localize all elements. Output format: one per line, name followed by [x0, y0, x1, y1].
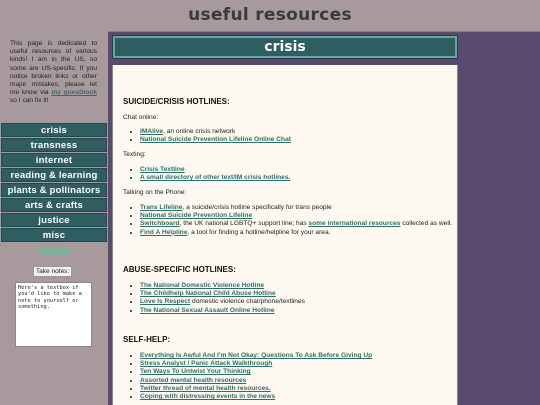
list-item: Stress Analyst / Panic Attack Walkthroug…: [140, 360, 372, 368]
list-item-text: , a suicide/crisis hotline specifically …: [182, 204, 332, 211]
texting-label: Texting:: [123, 151, 146, 158]
list-item: Coping with distressing events in the ne…: [140, 393, 372, 401]
page-title: crisis: [264, 39, 306, 55]
list-item-text: , the UK national LGBTQ+ support line; h…: [179, 220, 309, 228]
nspl-link[interactable]: National Suicide Prevention Lifeline: [140, 212, 252, 219]
chat-label: Chat online:: [123, 114, 159, 121]
selfhelp-link[interactable]: Twitter thread of mental health resource…: [140, 385, 271, 392]
nsa-hotline-link[interactable]: The National Sexual Assault Online Hotli…: [140, 307, 275, 314]
selfhelp-link[interactable]: Coping with distressing events in the ne…: [140, 393, 275, 400]
selfhelp-link[interactable]: Everything Is Awful And I'm Not Okay: Qu…: [140, 352, 372, 359]
page-title-bar: crisis: [112, 35, 458, 59]
list-item-text: domestic violence chat/phone/textlines: [190, 298, 305, 306]
list-item: Trans Lifeline, a suicide/crisis hotline…: [140, 204, 456, 212]
selfhelp-list: Everything Is Awful And I'm Not Okay: Qu…: [123, 352, 372, 401]
nav-item-crisis[interactable]: crisis: [1, 123, 107, 137]
list-item: Twitter thread of mental health resource…: [140, 385, 372, 393]
nav-item-misc[interactable]: misc: [1, 228, 107, 242]
list-item: National Suicide Prevention Lifeline Onl…: [140, 136, 291, 144]
nav-item-reading-learning[interactable]: reading & learning: [1, 168, 107, 182]
section-heading-selfhelp: SELF-HELP:: [123, 335, 171, 344]
list-item: The National Sexual Assault Online Hotli…: [140, 307, 305, 315]
list-item-text: , a tool for finding a hotline/helpline …: [187, 228, 331, 236]
notes-textarea[interactable]: Here's a textbox if you'd like to make a…: [15, 282, 92, 347]
texting-list: Crisis Textline A small directory of oth…: [123, 166, 290, 182]
section-heading-abuse: ABUSE-SPECIFIC HOTLINES:: [123, 265, 236, 274]
text-directory-link[interactable]: A small directory of other text/IM crisi…: [140, 174, 290, 181]
nav-item-justice[interactable]: justice: [1, 213, 107, 227]
list-item: A small directory of other text/IM crisi…: [140, 174, 290, 182]
nav-item-internet[interactable]: internet: [1, 153, 107, 167]
trans-lifeline-link[interactable]: Trans Lifeline: [140, 204, 183, 211]
selfhelp-link[interactable]: Assorted mental health resources: [140, 377, 246, 384]
crisis-textline-link[interactable]: Crisis Textline: [140, 166, 185, 173]
list-item: The National Domestic Violence Hotline: [140, 282, 305, 290]
ndv-hotline-link[interactable]: The National Domestic Violence Hotline: [140, 282, 264, 289]
phone-list: Trans Lifeline, a suicide/crisis hotline…: [123, 204, 456, 237]
site-header: useful resources: [0, 0, 540, 32]
selfhelp-link[interactable]: Ten Ways To Untwist Your Thinking: [140, 368, 251, 375]
nspl-chat-link[interactable]: National Suicide Prevention Lifeline Onl…: [140, 136, 291, 143]
list-item: Assorted mental health resources: [140, 377, 372, 385]
nav-item-arts-crafts[interactable]: arts & crafts: [1, 198, 107, 212]
nav-item-transness[interactable]: transness: [1, 138, 107, 152]
list-item: Switchboard, the UK national LGBTQ+ supp…: [140, 220, 456, 228]
switchboard-link[interactable]: Switchboard: [140, 220, 180, 227]
list-item: The Childhelp National Child Abuse Hotli…: [140, 290, 305, 298]
list-item: Love Is Respect domestic violence chat/p…: [140, 298, 305, 306]
phone-label: Talking on the Phone:: [123, 189, 187, 196]
nav-item-plants-pollinators[interactable]: plants & pollinators: [1, 183, 107, 197]
site-badge-image[interactable]: [40, 247, 70, 255]
list-item: Find A Helpline, a tool for finding a ho…: [140, 229, 456, 237]
list-item: Everything Is Awful And I'm Not Okay: Qu…: [140, 352, 372, 360]
childhelp-link[interactable]: The Childhelp National Child Abuse Hotli…: [140, 290, 276, 297]
abuse-list: The National Domestic Violence Hotline T…: [123, 282, 305, 315]
list-item: IMAlive, an online crisis network: [140, 128, 291, 136]
section-heading-hotlines: SUICIDE/CRISIS HOTLINES:: [123, 97, 230, 106]
guestbook-link[interactable]: my guestbook: [51, 89, 97, 96]
chat-list: IMAlive, an online crisis network Nation…: [123, 128, 291, 144]
imalive-link[interactable]: IMAlive: [140, 128, 163, 135]
intro-text-before: This page is dedicated to useful resourc…: [10, 40, 97, 97]
list-item-text: , an online crisis network: [163, 128, 236, 135]
list-item: National Suicide Prevention Lifeline: [140, 212, 456, 220]
international-resources-link[interactable]: some international resources: [308, 220, 400, 227]
list-item: Crisis Textline: [140, 166, 290, 174]
love-is-respect-link[interactable]: Love Is Respect: [140, 298, 190, 305]
site-title: useful resources: [188, 5, 352, 25]
intro-text: This page is dedicated to useful resourc…: [10, 40, 97, 106]
intro-text-after: so I can fix it!: [10, 97, 49, 105]
sidebar-nav: crisis transness internet reading & lear…: [1, 123, 107, 243]
notes-label: Take notes:: [33, 266, 73, 277]
find-a-helpline-link[interactable]: Find A Helpline: [140, 229, 188, 236]
main-content: SUICIDE/CRISIS HOTLINES: Chat online: IM…: [112, 65, 458, 405]
list-item-text: collected as well.: [400, 220, 453, 228]
list-item: Ten Ways To Untwist Your Thinking: [140, 368, 372, 376]
selfhelp-link[interactable]: Stress Analyst / Panic Attack Walkthroug…: [140, 360, 272, 367]
